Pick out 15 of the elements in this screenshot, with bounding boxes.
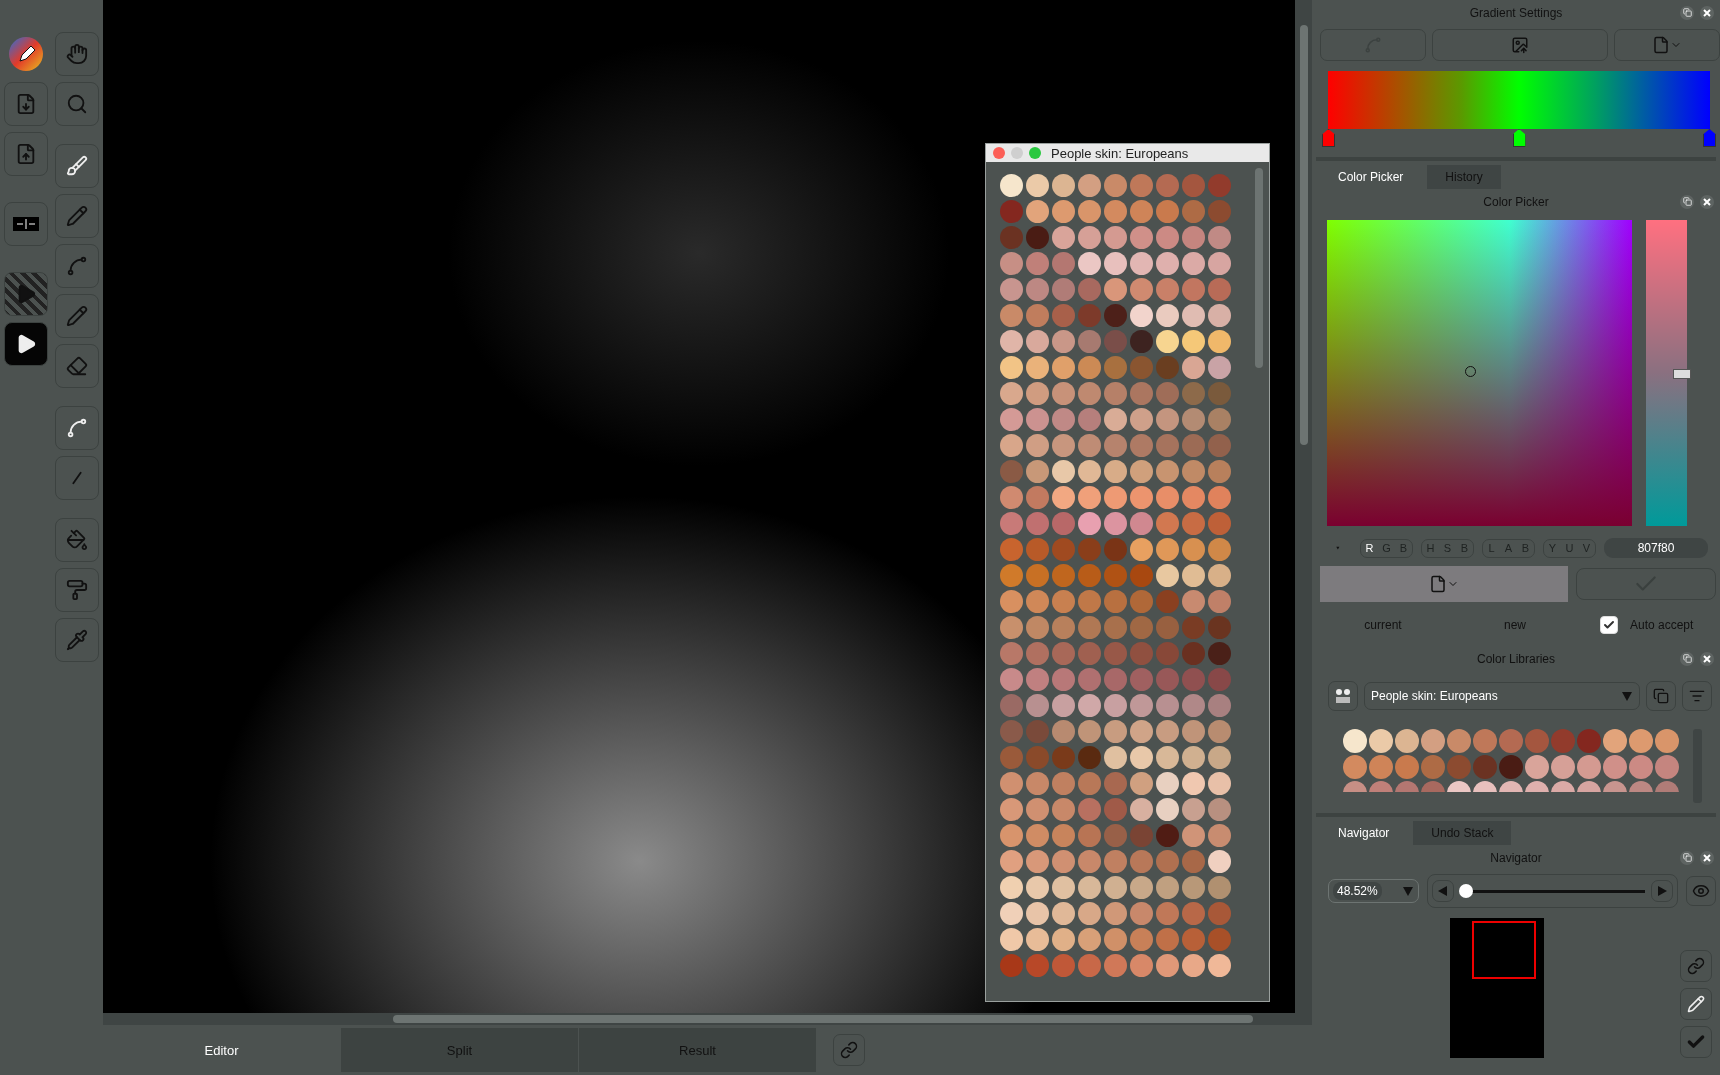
panel-tab[interactable]: Navigator [1320, 821, 1408, 845]
panel-tab[interactable]: Color Picker [1320, 165, 1422, 189]
panel-title: Color Libraries [1477, 651, 1555, 666]
checkbox-label: Auto accept [1630, 618, 1694, 632]
panel-title: Gradient Settings [1469, 5, 1563, 20]
library-dropdown[interactable]: People skin: Europeans [1364, 682, 1640, 710]
zoom-value: 48.52% [1333, 882, 1382, 900]
current-label: current [1363, 618, 1403, 632]
channel-toggle[interactable]: R [1361, 539, 1378, 557]
new-label: new [1503, 618, 1527, 632]
panel-title: Color Picker [1483, 194, 1549, 209]
hex-field[interactable]: 807f80 [1604, 538, 1708, 558]
panel-title: Navigator [1490, 850, 1542, 865]
zoom-field[interactable]: 48.52% [1328, 879, 1419, 903]
window-title: People skin: Europeans [1051, 145, 1189, 161]
